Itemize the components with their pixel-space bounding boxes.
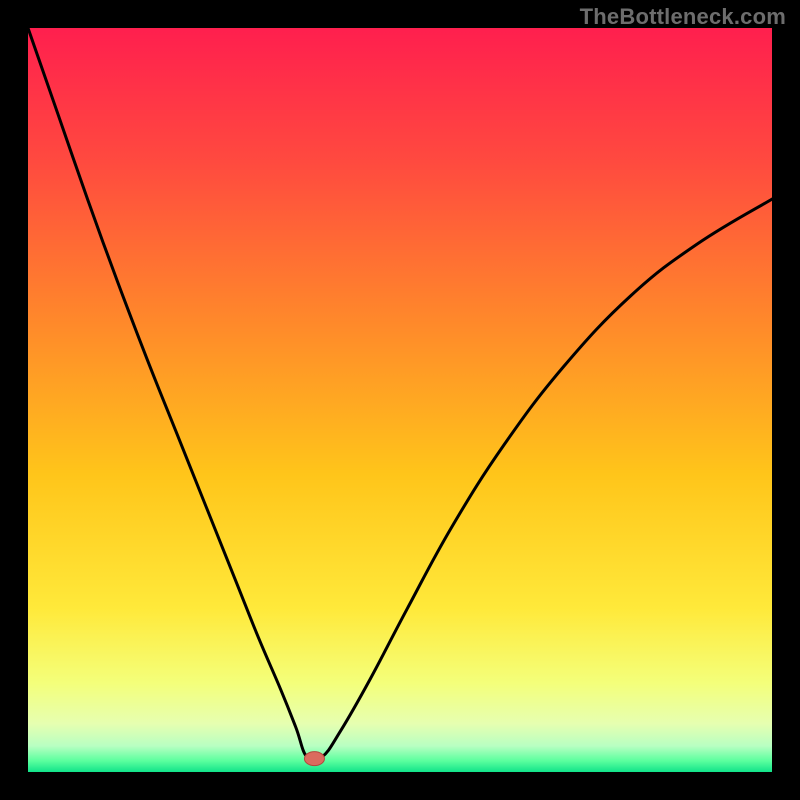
watermark-text: TheBottleneck.com	[580, 4, 786, 30]
chart-frame: TheBottleneck.com	[0, 0, 800, 800]
chart-svg	[28, 28, 772, 772]
gradient-background	[28, 28, 772, 772]
plot-area	[28, 28, 772, 772]
optimum-marker	[304, 752, 324, 766]
